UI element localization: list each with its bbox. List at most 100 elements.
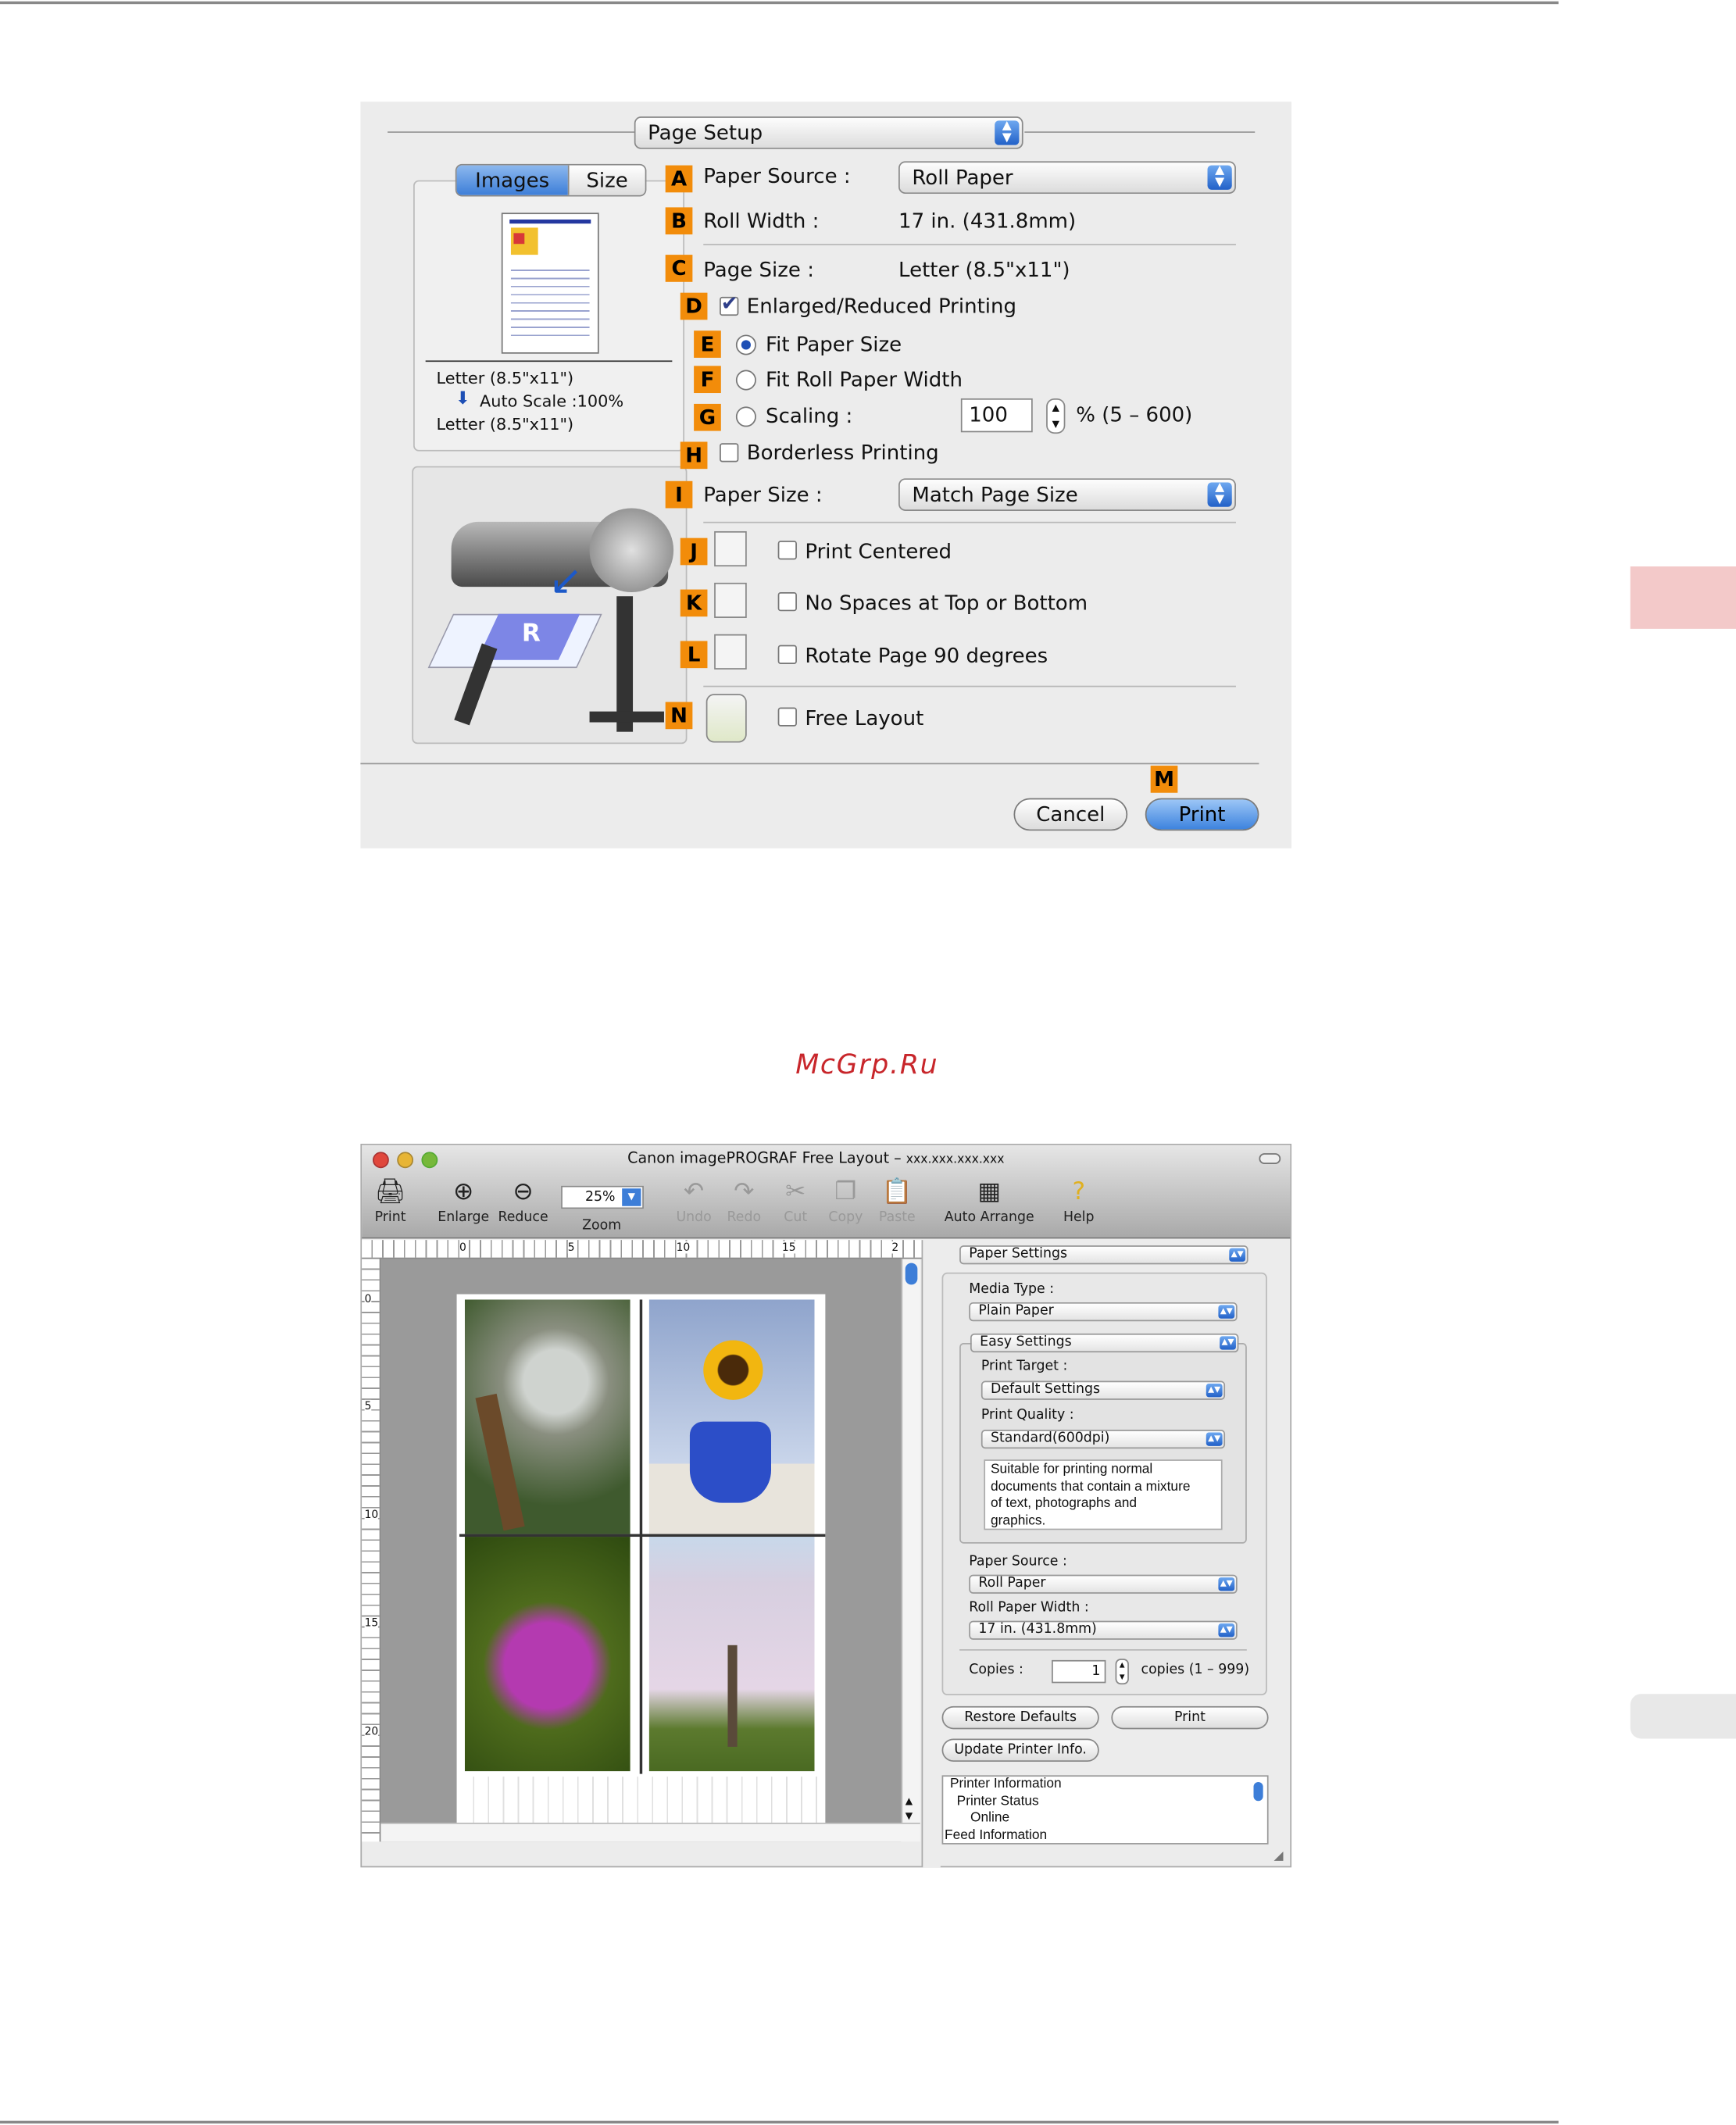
zoom-window-icon[interactable]: [421, 1152, 438, 1169]
copy-icon: ❐: [834, 1177, 857, 1206]
scaling-input[interactable]: 100: [960, 398, 1033, 433]
free-layout-label: Free Layout: [805, 705, 924, 730]
tab-size[interactable]: Size: [567, 165, 645, 195]
copies-stepper[interactable]: ▲ ▼: [1115, 1659, 1129, 1685]
toolbar-cut[interactable]: ✂ Cut: [775, 1177, 816, 1225]
rotate-checkbox[interactable]: [777, 645, 797, 664]
page-size-value: Letter (8.5"x11"): [898, 257, 1070, 282]
info-scroll-thumb[interactable]: [1253, 1781, 1263, 1802]
help-icon: ?: [1072, 1177, 1086, 1206]
fit-roll-width-radio[interactable]: [735, 370, 756, 391]
info-line-1: Printer Information: [949, 1777, 1062, 1792]
toolbar-auto-arrange[interactable]: ▦ Auto Arrange: [942, 1177, 1037, 1225]
preview-line-1: Letter (8.5"x11"): [436, 368, 574, 388]
marker-n: N: [665, 702, 693, 730]
resize-grip-icon[interactable]: ◢: [1274, 1850, 1284, 1863]
toolbar-help[interactable]: ? Help: [1059, 1177, 1099, 1225]
print-quality-popup[interactable]: Standard(600dpi) ▲▼: [981, 1430, 1226, 1449]
no-spaces-checkbox[interactable]: [777, 592, 797, 612]
marker-f: F: [694, 366, 721, 394]
borderless-label: Borderless Printing: [746, 440, 939, 465]
vertical-scrollbar[interactable]: ▲ ▼: [901, 1259, 920, 1823]
horizontal-scrollbar[interactable]: [380, 1823, 920, 1842]
toolbar-toggle-icon[interactable]: [1259, 1153, 1281, 1165]
free-layout-window: Canon imagePROGRAF Free Layout – xxx.xxx…: [360, 1144, 1292, 1868]
paper-source-popup[interactable]: Roll Paper ▲ ▼: [898, 161, 1236, 195]
scroll-down-icon[interactable]: ▼: [906, 1810, 913, 1821]
photo-cherry-tree[interactable]: [648, 1537, 815, 1772]
borderless-checkbox[interactable]: [720, 443, 739, 462]
copies-input[interactable]: 1: [1052, 1659, 1106, 1684]
update-printer-button[interactable]: Update Printer Info.: [941, 1738, 1099, 1762]
free-layout-icon: [705, 694, 747, 743]
photo-bougainvillea[interactable]: [464, 1537, 630, 1772]
preview-tabs: Images Size: [455, 163, 647, 197]
marker-l: L: [680, 641, 708, 669]
scaling-radio[interactable]: [735, 406, 756, 427]
media-type-popup[interactable]: Plain Paper ▲▼: [969, 1302, 1238, 1322]
fit-roll-width-label: Fit Roll Paper Width: [766, 367, 963, 392]
marker-c: C: [665, 255, 693, 282]
print-target-label: Print Target :: [981, 1359, 1068, 1374]
marker-k: K: [680, 589, 708, 617]
tab-images[interactable]: Images: [456, 165, 568, 195]
printer-info-box: Printer Information Printer Status Onlin…: [941, 1775, 1269, 1845]
scaling-label: Scaling :: [766, 403, 853, 429]
scroll-up-icon[interactable]: ▲: [906, 1795, 913, 1806]
cancel-button[interactable]: Cancel: [1013, 798, 1128, 831]
undo-icon: ↶: [684, 1177, 705, 1206]
zoom-in-icon: ⊕: [453, 1177, 474, 1206]
minimize-window-icon[interactable]: [397, 1152, 414, 1169]
roll-width-label: Roll Width :: [703, 209, 820, 234]
toolbar-paste[interactable]: 📋 Paste: [877, 1177, 917, 1225]
marker-e: E: [694, 330, 721, 358]
info-line-2: Printer Status: [956, 1793, 1039, 1809]
side-tab-upper: [1630, 566, 1736, 629]
scaling-stepper[interactable]: ▲ ▼: [1046, 398, 1066, 434]
print-target-popup[interactable]: Default Settings ▲▼: [981, 1380, 1226, 1400]
marker-i: I: [665, 480, 693, 509]
scroll-thumb[interactable]: [905, 1262, 918, 1285]
paper-settings-popup[interactable]: Paper Settings ▲▼: [959, 1245, 1248, 1265]
print-centered-checkbox[interactable]: [777, 541, 797, 560]
fit-paper-size-label: Fit Paper Size: [766, 331, 902, 357]
enlarged-reduced-checkbox[interactable]: [720, 291, 739, 316]
fit-paper-size-radio[interactable]: [735, 334, 756, 355]
splitter[interactable]: [921, 1240, 941, 1868]
page-margin-area: [459, 1777, 823, 1823]
marker-d: D: [680, 292, 708, 320]
print-icon: 🖨: [374, 1177, 406, 1206]
restore-defaults-button[interactable]: Restore Defaults: [941, 1705, 1099, 1730]
marker-a: A: [665, 165, 693, 193]
redo-icon: ↷: [734, 1177, 755, 1206]
info-line-4: Feed Information: [945, 1827, 1048, 1843]
roll-paper-width-popup[interactable]: 17 in. (431.8mm) ▲▼: [969, 1620, 1238, 1640]
toolbar-undo[interactable]: ↶ Undo: [673, 1177, 714, 1225]
printer-illustration: R ↙: [412, 466, 688, 745]
top-rule: [0, 1, 1559, 5]
page-setup-popup[interactable]: Page Setup ▲ ▼: [634, 116, 1023, 149]
toolbar-print[interactable]: 🖨 Print: [370, 1177, 411, 1225]
roll-width-value: 17 in. (431.8mm): [898, 209, 1077, 234]
paper-size-popup[interactable]: Match Page Size ▲ ▼: [898, 478, 1236, 511]
rotate-page-icon: [714, 634, 747, 670]
close-window-icon[interactable]: [373, 1152, 389, 1169]
toolbar-copy[interactable]: ❐ Copy: [825, 1177, 866, 1225]
toolbar-redo[interactable]: ↷ Redo: [723, 1177, 764, 1225]
photo-sunflower[interactable]: [648, 1299, 815, 1534]
toolbar-reduce[interactable]: ⊖ Reduce: [496, 1177, 550, 1225]
marker-j: J: [680, 538, 708, 566]
print-button[interactable]: Print: [1145, 798, 1259, 831]
print-centered-icon: [714, 530, 747, 567]
panel-paper-source-popup[interactable]: Roll Paper ▲▼: [969, 1574, 1238, 1594]
easy-settings-popup[interactable]: Easy Settings ▲▼: [970, 1333, 1239, 1353]
paper-size-label: Paper Size :: [703, 482, 823, 507]
zoom-select[interactable]: 25% ▼: [561, 1185, 644, 1209]
photo-koala[interactable]: [464, 1299, 630, 1534]
free-layout-checkbox[interactable]: [777, 707, 797, 727]
print-quality-label: Print Quality :: [981, 1408, 1074, 1423]
toolbar-enlarge[interactable]: ⊕ Enlarge: [437, 1177, 491, 1225]
panel-print-button[interactable]: Print: [1111, 1705, 1269, 1730]
media-type-label: Media Type :: [969, 1281, 1055, 1298]
paper-source-label: Paper Source :: [703, 163, 851, 189]
